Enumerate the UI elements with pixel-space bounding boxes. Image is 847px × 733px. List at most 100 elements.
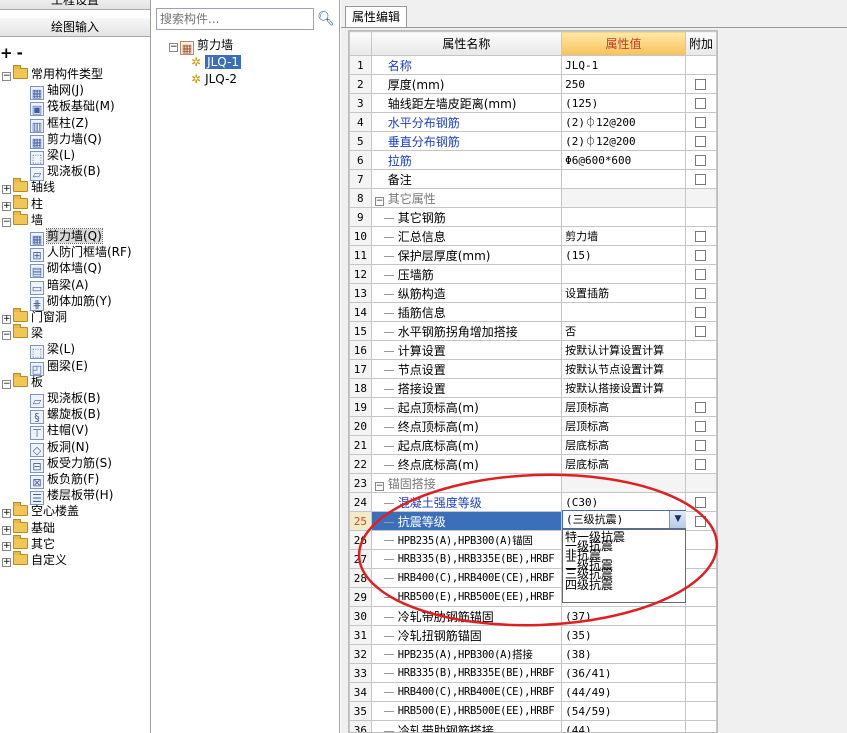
collapse-toggle-icon[interactable]: − <box>2 331 11 341</box>
property-row[interactable]: 14 插筋信息 <box>349 302 717 322</box>
property-name-cell[interactable]: 搭接设置 <box>370 378 563 398</box>
property-row[interactable]: 18 搭接设置 按默认搭接设置计算 <box>349 378 717 398</box>
extra-checkbox[interactable] <box>695 459 707 470</box>
property-name-cell[interactable]: 水平分布钢筋 <box>370 112 563 132</box>
property-value-cell[interactable]: (125) <box>561 93 686 113</box>
tree-leaf[interactable]: ⊤ 柱帽(V) <box>30 422 89 441</box>
tab-drawing-input[interactable]: 绘图输入 <box>0 18 150 37</box>
collapse-all-button[interactable]: - <box>17 44 23 62</box>
property-row[interactable]: 5 垂直分布钢筋 (2)⏀12@200 <box>349 131 717 151</box>
seismic-grade-option[interactable]: 四级抗震 <box>565 579 613 591</box>
property-row[interactable]: 24 混凝土强度等级 (C30) <box>349 492 717 512</box>
property-row[interactable]: 6 拉筋 Φ6@600*600 <box>349 150 717 170</box>
property-value-cell[interactable]: (2)⏀12@200 <box>561 112 686 132</box>
expand-toggle-icon[interactable]: + <box>2 558 11 567</box>
seismic-grade-select[interactable]: (三级抗震) <box>562 510 686 529</box>
property-name-cell[interactable]: 其它钢筋 <box>370 207 563 227</box>
property-name-cell[interactable]: HRB500(E),HRB500E(EE),HRBF <box>370 701 563 721</box>
extra-checkbox[interactable] <box>695 155 707 166</box>
property-row[interactable]: 3 轴线距左墙皮距离(mm) (125) <box>349 93 717 113</box>
property-name-cell[interactable]: 终点顶标高(m) <box>370 416 563 436</box>
property-row[interactable]: 31 冷轧扭钢筋锚固 (35) <box>349 625 717 645</box>
tree-leaf[interactable]: § 螺旋板(B) <box>30 406 101 425</box>
property-value-cell[interactable]: (44/49) <box>561 682 686 702</box>
component-tree-root[interactable]: − ▦ 剪力墙 <box>169 37 241 55</box>
property-name-cell[interactable]: HRB400(C),HRB400E(CE),HRBF <box>370 682 563 702</box>
tree-leaf[interactable]: ▤ 砌体墙(Q) <box>30 260 102 279</box>
tab-project-settings[interactable]: 工程设置 <box>0 0 150 10</box>
component-search-input[interactable] <box>156 8 314 30</box>
tree-leaf[interactable]: ☰ 楼层板带(H) <box>30 487 113 506</box>
property-name-cell[interactable]: HPB235(A),HPB300(A)搭接 <box>370 644 563 664</box>
property-row[interactable]: 10 汇总信息 剪力墙 <box>349 226 717 246</box>
tree-leaf[interactable]: ⊟ 板受力筋(S) <box>30 455 112 473</box>
property-row[interactable]: 22 终点底标高(m) 层底标高 <box>349 454 717 474</box>
collapse-toggle-icon[interactable]: − <box>374 196 384 206</box>
property-name-cell[interactable]: 汇总信息 <box>370 226 563 246</box>
extra-checkbox[interactable] <box>695 269 707 280</box>
expand-toggle-icon[interactable]: + <box>2 185 11 195</box>
extra-checkbox[interactable] <box>695 174 707 185</box>
property-name-cell[interactable]: 厚度(mm) <box>370 74 563 94</box>
property-row[interactable]: 16 计算设置 按默认计算设置计算 <box>349 340 717 360</box>
collapse-toggle-icon[interactable]: − <box>2 379 11 389</box>
property-row[interactable]: 32 HPB235(A),HPB300(A)搭接 (38) <box>349 644 717 664</box>
extra-checkbox[interactable] <box>695 288 707 299</box>
property-name-cell[interactable]: − 锚固搭接 <box>370 473 563 493</box>
column-header-name[interactable]: 属性名称 <box>370 31 563 56</box>
tree-folder[interactable]: − 梁 <box>2 324 43 341</box>
property-value-cell[interactable]: (C30) <box>561 492 686 512</box>
expand-toggle-icon[interactable]: + <box>2 509 11 519</box>
extra-checkbox[interactable] <box>695 79 707 90</box>
property-value-cell[interactable] <box>561 264 686 284</box>
property-name-cell[interactable]: HRB335(B),HRB335E(BE),HRBF <box>370 549 563 569</box>
extra-checkbox[interactable] <box>695 307 707 318</box>
column-header-extra[interactable]: 附加 <box>684 31 717 56</box>
tree-leaf[interactable]: ▱ 现浇板(B) <box>30 163 101 182</box>
property-value-cell[interactable]: (37) <box>561 606 686 626</box>
extra-checkbox[interactable] <box>695 516 707 527</box>
property-name-cell[interactable]: 名称 <box>370 55 563 75</box>
property-value-cell[interactable]: 层顶标高 <box>561 416 686 436</box>
property-name-cell[interactable]: 抗震等级 <box>370 511 563 531</box>
extra-checkbox[interactable] <box>695 136 707 147</box>
tree-folder[interactable]: + 门窗洞 <box>2 308 67 325</box>
tree-leaf[interactable]: ⊞ 人防门框墙(RF) <box>30 244 132 263</box>
property-name-cell[interactable]: HPB235(A),HPB300(A)锚固 <box>370 530 563 550</box>
tree-leaf[interactable]: ⊠ 板负筋(F) <box>30 471 99 489</box>
property-name-cell[interactable]: 插筋信息 <box>370 302 563 322</box>
property-row[interactable]: 11 保护层厚度(mm) (15) <box>349 245 717 265</box>
property-row[interactable]: 30 冷轧带肋钢筋锚固 (37) <box>349 606 717 626</box>
extra-checkbox[interactable] <box>695 326 707 337</box>
property-value-cell[interactable]: (15) <box>561 245 686 265</box>
property-value-cell[interactable]: 否 <box>561 321 686 341</box>
extra-checkbox[interactable] <box>695 250 707 261</box>
tree-folder[interactable]: + 基础 <box>2 518 55 536</box>
component-item-jlq2[interactable]: ✲ JLQ-2 <box>169 71 241 88</box>
tree-leaf[interactable]: ▥ 框柱(Z) <box>30 115 89 133</box>
tree-leaf[interactable]: ◰ 圈梁(E) <box>30 358 88 376</box>
extra-checkbox[interactable] <box>695 440 707 451</box>
tree-folder[interactable]: + 柱 <box>2 194 43 212</box>
property-value-cell[interactable]: 250 <box>561 74 686 94</box>
property-name-cell[interactable]: 冷轧带肋钢筋锚固 <box>370 606 563 626</box>
property-value-cell[interactable]: (35) <box>561 625 686 645</box>
property-value-cell[interactable]: (44) <box>561 720 686 732</box>
tree-folder[interactable]: − 板 <box>2 372 43 390</box>
extra-checkbox[interactable] <box>695 98 707 109</box>
property-name-cell[interactable]: 压墙筋 <box>370 264 563 284</box>
column-header-value[interactable]: 属性值 <box>561 31 686 56</box>
property-name-cell[interactable]: 水平钢筋拐角增加搭接 <box>370 321 563 341</box>
tab-property-edit[interactable]: 属性编辑 <box>345 6 407 28</box>
tree-leaf[interactable]: ◇ 板洞(N) <box>30 439 89 457</box>
expand-toggle-icon[interactable]: + <box>2 525 11 535</box>
property-name-cell[interactable]: 终点底标高(m) <box>370 454 563 474</box>
property-row[interactable]: 1 名称 JLQ-1 <box>349 55 717 75</box>
collapse-toggle-icon[interactable]: − <box>169 43 178 52</box>
property-value-cell[interactable]: (36/41) <box>561 663 686 683</box>
property-name-cell[interactable]: HRB400(C),HRB400E(CE),HRBF <box>370 568 563 588</box>
property-row[interactable]: 19 起点顶标高(m) 层顶标高 <box>349 397 717 417</box>
expand-toggle-icon[interactable]: + <box>2 315 11 324</box>
property-name-cell[interactable]: 混凝土强度等级 <box>370 492 563 512</box>
property-name-cell[interactable]: 垂直分布钢筋 <box>370 131 563 151</box>
